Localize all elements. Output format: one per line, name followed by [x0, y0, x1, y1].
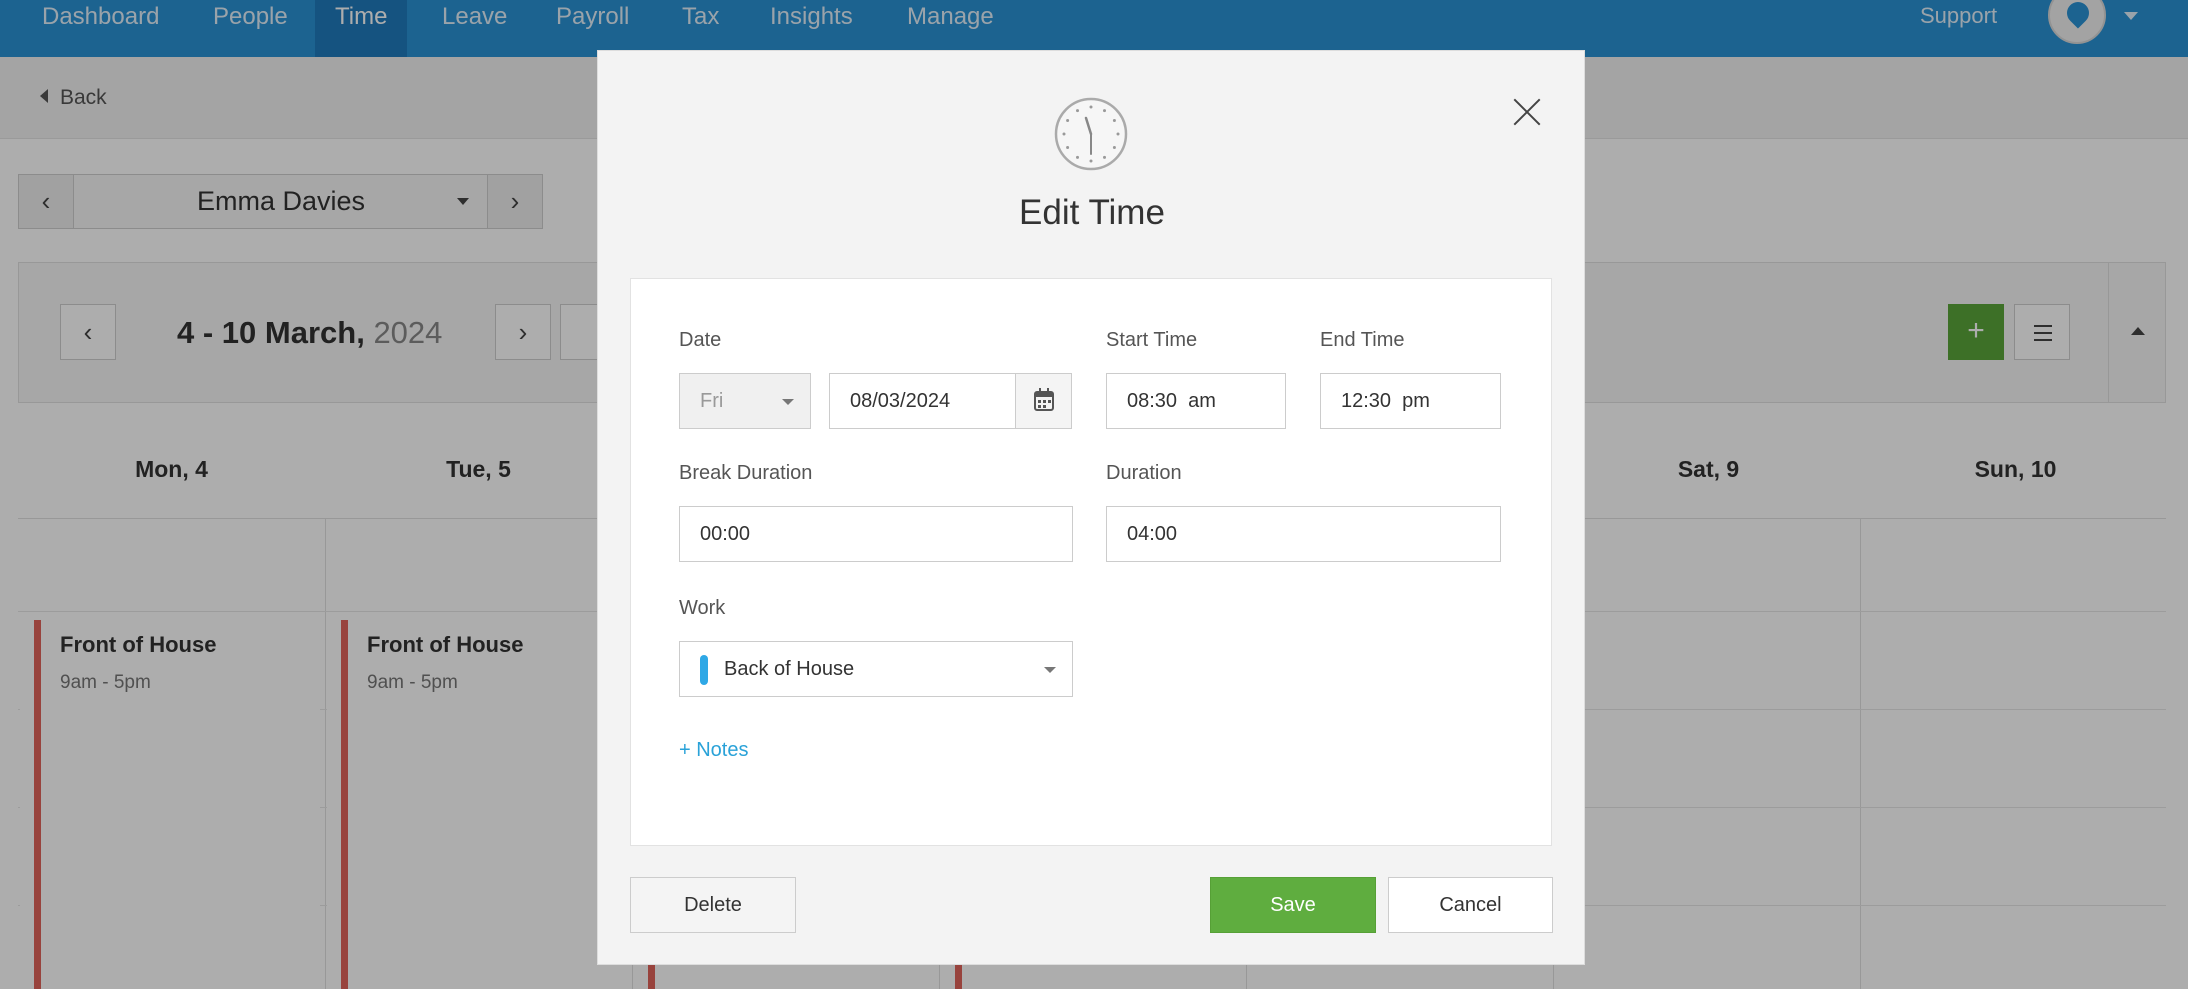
work-value: Back of House — [724, 658, 855, 680]
end-time-value: 12:30 pm — [1341, 390, 1430, 412]
work-label: Work — [679, 597, 726, 619]
start-time-input[interactable]: 08:30 am — [1106, 373, 1286, 429]
day-value: Fri — [700, 390, 724, 412]
delete-button[interactable]: Delete — [630, 877, 796, 933]
start-time-value: 08:30 am — [1127, 390, 1216, 412]
duration-input[interactable]: 04:00 — [1106, 506, 1501, 562]
edit-time-form: Date Fri 08/03/2024 Start Time 08:30 am … — [630, 278, 1552, 846]
work-color-chip — [700, 655, 708, 685]
close-icon[interactable] — [1512, 97, 1542, 127]
break-duration-label: Break Duration — [679, 462, 813, 484]
chevron-down-icon — [782, 399, 794, 405]
duration-value: 04:00 — [1127, 523, 1178, 545]
start-time-label: Start Time — [1106, 329, 1198, 351]
work-select[interactable]: Back of House — [679, 641, 1073, 697]
break-duration-value: 00:00 — [700, 523, 751, 545]
day-select: Fri — [679, 373, 811, 429]
duration-label: Duration — [1106, 462, 1182, 484]
cancel-button[interactable]: Cancel — [1388, 877, 1553, 933]
save-button[interactable]: Save — [1210, 877, 1376, 933]
modal-title: Edit Time — [1019, 193, 1165, 232]
end-time-input[interactable]: 12:30 pm — [1320, 373, 1501, 429]
add-notes-link[interactable]: + Notes — [679, 739, 748, 762]
edit-time-modal: Edit Time Date Fri 08/03/2024 Start Time… — [597, 50, 1585, 965]
date-input[interactable]: 08/03/2024 — [829, 373, 1072, 429]
calendar-icon — [1034, 388, 1054, 411]
end-time-label: End Time — [1320, 329, 1405, 351]
chevron-down-icon — [1044, 667, 1056, 673]
clock-icon — [1054, 97, 1128, 171]
calendar-picker-button[interactable] — [1015, 374, 1071, 428]
date-label: Date — [679, 329, 722, 351]
break-duration-input[interactable]: 00:00 — [679, 506, 1073, 562]
date-value: 08/03/2024 — [850, 390, 951, 412]
